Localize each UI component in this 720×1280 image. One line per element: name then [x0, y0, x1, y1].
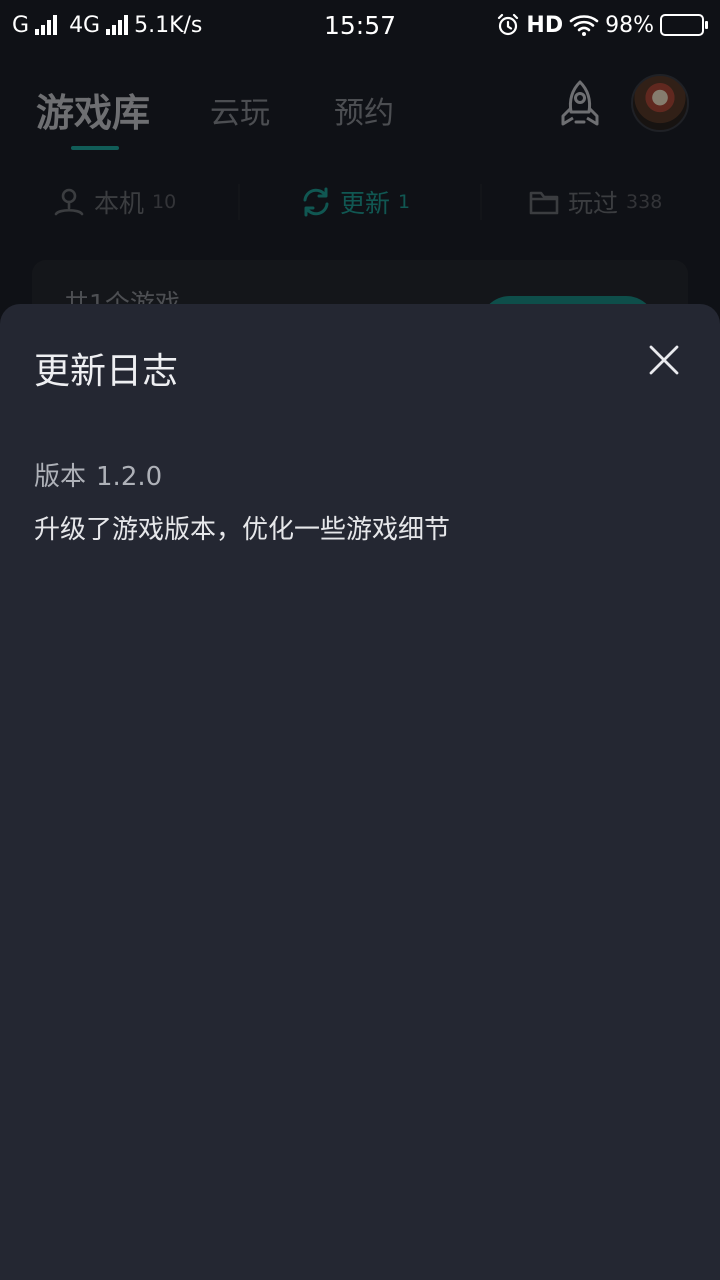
version-number: 1.2.0 [96, 462, 163, 492]
subtab-updates[interactable]: 更新 1 [300, 184, 410, 220]
sub-tabs: 本机 10 更新 1 玩过 338 [0, 176, 720, 232]
app-header: 游戏库 云玩 预约 [0, 60, 720, 160]
release-notes: 升级了游戏版本，优化一些游戏细节 [34, 515, 451, 545]
carrier-label: G [12, 12, 30, 38]
status-bar: G 4G 5.1K/s 15:57 HD 98% [0, 0, 720, 50]
subtab-played-label: 玩过 [568, 189, 619, 218]
subtab-local-label: 本机 [94, 189, 145, 218]
close-icon [649, 345, 679, 375]
tab-game-library[interactable]: 游戏库 [36, 82, 150, 137]
avatar[interactable] [631, 74, 689, 132]
subtab-played-count: 338 [626, 191, 663, 213]
close-button[interactable] [640, 336, 688, 384]
sheet-title: 更新日志 [34, 351, 179, 392]
divider [480, 184, 482, 220]
network-label: 4G [69, 12, 101, 38]
hd-label: HD [526, 12, 564, 38]
battery-percent: 98% [605, 12, 654, 38]
subtab-local[interactable]: 本机 10 [52, 184, 176, 220]
status-left: G 4G 5.1K/s [12, 13, 202, 38]
network-speed: 5.1K/s [134, 12, 203, 38]
subtab-local-count: 10 [152, 191, 177, 213]
local-device-icon [54, 188, 84, 216]
wifi-icon [569, 15, 599, 36]
battery-icon [660, 14, 708, 36]
rocket-icon[interactable] [554, 78, 606, 134]
screen: G 4G 5.1K/s 15:57 HD 98% 游戏库 云玩 预约 本机 10… [0, 0, 720, 1280]
version-info: 版本 1.2.0 [34, 456, 162, 493]
divider [238, 184, 240, 220]
subtab-updates-label: 更新 [340, 189, 391, 218]
status-right: HD 98% [496, 13, 708, 38]
signal-icon-2 [106, 15, 129, 35]
refresh-icon [303, 187, 329, 217]
alarm-icon [498, 13, 519, 36]
version-label: 版本 [34, 462, 87, 492]
subtab-played[interactable]: 玩过 338 [528, 184, 662, 220]
subtab-updates-count: 1 [398, 191, 411, 213]
tab-reservation[interactable]: 预约 [334, 88, 394, 132]
folder-icon [529, 191, 559, 215]
signal-icon [35, 15, 58, 35]
tab-cloud-play[interactable]: 云玩 [210, 88, 270, 132]
changelog-sheet: 更新日志 版本 1.2.0 升级了游戏版本，优化一些游戏细节 [0, 304, 720, 1280]
active-tab-indicator [71, 146, 119, 150]
